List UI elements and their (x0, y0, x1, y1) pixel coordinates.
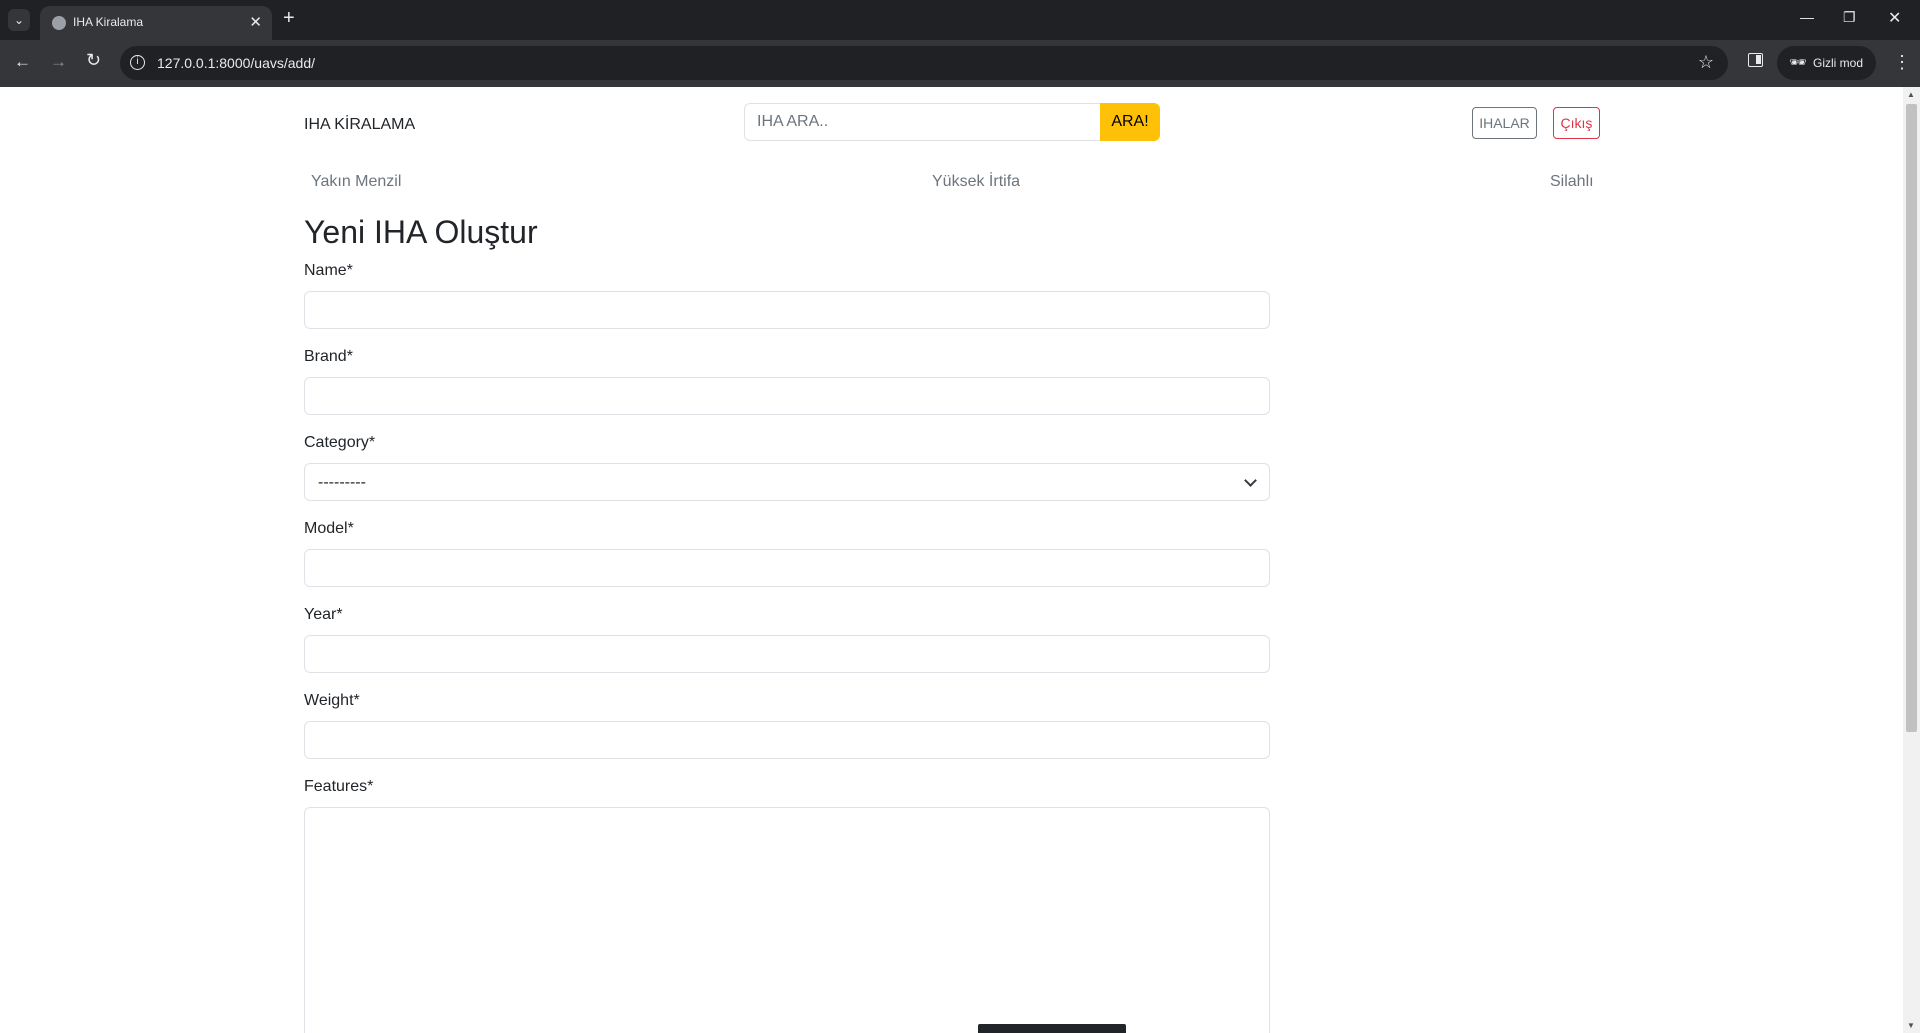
globe-icon (52, 16, 66, 30)
page-title: Yeni IHA Oluştur (304, 214, 538, 250)
category-link-silahli[interactable]: Silahlı (1550, 173, 1594, 191)
back-arrow-icon[interactable]: ← (14, 52, 31, 72)
weight-field[interactable] (304, 721, 1270, 759)
scroll-down-icon[interactable]: ▼ (1907, 1021, 1915, 1030)
page-viewport: IHA KİRALAMA ARA! IHALAR Çıkış Yakın Men… (0, 87, 1920, 1033)
logout-button[interactable]: Çıkış (1553, 107, 1600, 139)
tab-search-icon[interactable]: ⌄ (8, 9, 30, 31)
url-text[interactable]: 127.0.0.1:8000/uavs/add/ (157, 55, 315, 71)
reload-icon[interactable]: ↻ (86, 50, 101, 71)
menu-dots-icon[interactable]: ⋮ (1893, 52, 1911, 73)
address-bar[interactable]: i 127.0.0.1:8000/uavs/add/ ☆ (120, 46, 1728, 80)
year-field[interactable] (304, 635, 1270, 673)
category-link-yakin-menzil[interactable]: Yakın Menzil (311, 173, 401, 191)
brand-link[interactable]: IHA KİRALAMA (304, 116, 415, 134)
scroll-up-icon[interactable]: ▲ (1907, 90, 1915, 99)
scroll-thumb[interactable] (1906, 104, 1917, 732)
year-label: Year* (304, 606, 343, 623)
browser-tab-bar: ⌄ IHA Kiralama ✕ + — ❐ ✕ (0, 0, 1920, 40)
browser-toolbar: ← → ↻ i 127.0.0.1:8000/uavs/add/ ☆ 🕶 Giz… (0, 40, 1920, 87)
tab-title: IHA Kiralama (73, 15, 144, 29)
category-selected-value: --------- (318, 474, 366, 491)
forward-arrow-icon[interactable]: → (50, 52, 67, 72)
search-button[interactable]: ARA! (1100, 103, 1160, 141)
weight-label: Weight* (304, 692, 360, 709)
status-toast (978, 1024, 1126, 1033)
incognito-icon: 🕶 (1789, 54, 1807, 70)
model-field[interactable] (304, 549, 1270, 587)
browser-tab[interactable]: IHA Kiralama ✕ (40, 6, 272, 40)
name-label: Name* (304, 262, 353, 279)
ihalar-button[interactable]: IHALAR (1472, 107, 1537, 139)
category-label: Category* (304, 434, 376, 451)
chevron-down-icon (1244, 474, 1257, 487)
search-form: ARA! (744, 103, 1160, 141)
brand-field[interactable] (304, 377, 1270, 415)
side-panel-icon[interactable] (1748, 53, 1763, 67)
category-select[interactable]: --------- (304, 463, 1270, 501)
incognito-badge[interactable]: 🕶 Gizli mod (1777, 46, 1876, 80)
site-info-icon[interactable]: i (130, 55, 145, 70)
model-label: Model* (304, 520, 354, 537)
features-label: Features* (304, 778, 374, 795)
incognito-label: Gizli mod (1813, 56, 1864, 70)
category-link-yuksek-irtifa[interactable]: Yüksek İrtifa (932, 173, 1020, 191)
minimize-icon[interactable]: — (1800, 9, 1814, 25)
close-icon[interactable]: ✕ (249, 13, 262, 31)
star-icon[interactable]: ☆ (1698, 52, 1714, 73)
window-close-icon[interactable]: ✕ (1888, 8, 1901, 28)
search-input[interactable] (744, 103, 1100, 141)
features-textarea[interactable] (304, 807, 1270, 1033)
plus-icon[interactable]: + (283, 7, 295, 30)
page-scrollbar[interactable]: ▲ ▼ (1903, 87, 1920, 1033)
name-field[interactable] (304, 291, 1270, 329)
restore-icon[interactable]: ❐ (1843, 9, 1856, 26)
brand-label: Brand* (304, 348, 353, 365)
